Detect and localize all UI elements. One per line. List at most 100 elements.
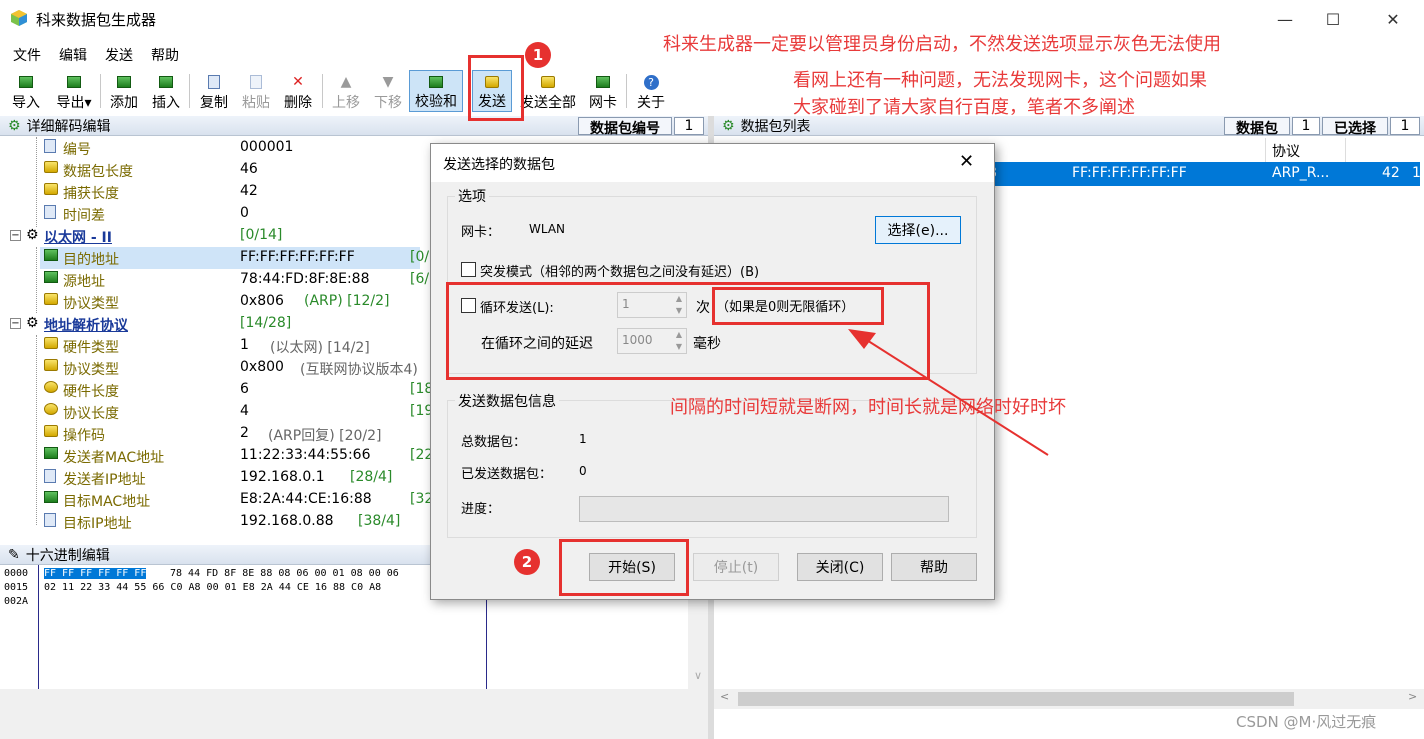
watermark: CSDN @M·风过无痕 (1236, 713, 1377, 731)
field-icon (44, 491, 58, 507)
toolbar-separator (100, 74, 101, 108)
selected-count-value: 1 (1390, 117, 1420, 135)
tree-row[interactable]: 硬件长度 6 [18 (0, 379, 433, 401)
window-title: 科来数据包生成器 (36, 11, 157, 29)
ip-icon (44, 513, 56, 531)
field-icon (44, 183, 58, 199)
tree-row[interactable]: 捕获长度 42 (0, 181, 420, 203)
nic-label: 网卡： (461, 225, 501, 240)
decode-panel-title: 详细解码编辑 (26, 118, 111, 135)
help-button[interactable]: 帮助 (891, 553, 977, 581)
field-icon (44, 425, 58, 441)
add-button[interactable]: 添加 (106, 70, 142, 112)
tree-row[interactable]: 协议长度 4 [19 (0, 401, 433, 423)
app-window: 科来数据包生成器 — ☐ ✕ 文件 编辑 发送 帮助 导入 导出▾ 添加 插入 … (0, 0, 1424, 739)
tree-row[interactable]: 发送者IP地址 192.168.0.1 [28/4] (0, 467, 420, 489)
total-packets-label: 总数据包： (461, 435, 527, 450)
tree-row[interactable]: 目标MAC地址 E8:2A:44:CE:16:88 [32 (0, 489, 433, 511)
arrow-up-icon: ▲ (340, 74, 352, 90)
paste-button[interactable]: 粘贴 (238, 70, 274, 112)
menu-help[interactable]: 帮助 (151, 45, 179, 65)
hex-selection[interactable]: FF FF FF FF FF FF (44, 568, 147, 579)
tree-row[interactable]: 数据包长度 46 (0, 159, 420, 181)
field-icon (44, 161, 58, 177)
packet-no-value[interactable]: 1 (674, 117, 704, 135)
menu-edit[interactable]: 编辑 (59, 45, 87, 65)
menu-file[interactable]: 文件 (13, 45, 41, 65)
hex-offset: 002A (4, 596, 29, 607)
burst-mode-checkbox[interactable] (461, 262, 476, 277)
move-up-button[interactable]: ▲ 上移 (328, 70, 364, 112)
tree-row[interactable]: 源地址 78:44:FD:8F:8E:88 [6/ (0, 269, 429, 291)
checksum-button[interactable]: 校验和 (409, 70, 463, 112)
gear-icon: ⚙ (722, 117, 735, 134)
field-icon (44, 337, 58, 353)
options-group-label: 选项 (455, 186, 489, 206)
send-all-button[interactable]: 发送全部 (516, 70, 580, 112)
tree-row[interactable]: 操作码 2 (ARP回复) [20/2] (0, 423, 420, 445)
tree-row[interactable]: 协议类型 0x806 (ARP) [12/2] (0, 291, 420, 313)
minimize-icon[interactable]: — (1262, 0, 1308, 38)
collapse-icon[interactable]: − (10, 318, 21, 329)
hex-offset: 0000 (4, 568, 29, 579)
progress-bar (579, 496, 949, 522)
delete-icon: ✕ (292, 74, 304, 90)
menu-send[interactable]: 发送 (105, 45, 133, 65)
send-info-label: 发送数据包信息 (455, 391, 559, 411)
toolbar-separator (626, 74, 627, 108)
gear-icon: ⚙ (8, 117, 21, 134)
toolbar-separator (322, 74, 323, 108)
maximize-icon[interactable]: ☐ (1310, 0, 1356, 38)
burst-mode-label: 突发模式（相邻的两个数据包之间没有延迟）(B) (480, 265, 760, 280)
app-icon (10, 9, 28, 27)
gear-icon: ⚙ (26, 315, 39, 331)
packet-list-hscrollbar[interactable]: < > (714, 689, 1424, 709)
tree-row[interactable]: − ⚙ 地址解析协议 [14/28] (0, 313, 420, 335)
field-icon (44, 271, 58, 287)
select-nic-button[interactable]: 选择(e)... (875, 216, 961, 244)
tree-row[interactable]: 发送者MAC地址 11:22:33:44:55:66 [22 (0, 445, 433, 467)
close-button[interactable]: 关闭(C) (797, 553, 883, 581)
column-header-protocol[interactable]: 协议 (1266, 138, 1346, 162)
insert-button[interactable]: 插入 (148, 70, 184, 112)
total-packets-value: 1 (579, 432, 587, 446)
tree-row[interactable]: 目标IP地址 192.168.0.88 [38/4] (0, 511, 420, 533)
column-header[interactable] (1066, 138, 1266, 162)
paste-icon (246, 72, 266, 92)
move-down-button[interactable]: ▼ 下移 (370, 70, 406, 112)
field-icon (44, 249, 58, 265)
add-icon (114, 72, 134, 92)
stop-button[interactable]: 停止(t) (693, 553, 779, 581)
collapse-icon[interactable]: − (10, 230, 21, 241)
step-badge-1: 1 (525, 42, 551, 68)
toolbar-separator (189, 74, 190, 108)
field-icon (44, 447, 58, 463)
hex-bytes[interactable]: 78 44 FD 8F 8E 88 08 06 00 01 08 00 06 (170, 568, 399, 579)
export-icon (64, 72, 84, 92)
document-icon (44, 139, 56, 157)
tree-row[interactable]: 时间差 0 (0, 203, 420, 225)
hex-bytes[interactable]: 02 11 22 33 44 55 66 C0 A8 00 01 E8 2A 4… (44, 582, 381, 593)
about-button[interactable]: ? 关于 (634, 70, 668, 112)
progress-label: 进度： (461, 502, 501, 517)
nic-button[interactable]: 网卡 (586, 70, 620, 112)
export-button[interactable]: 导出▾ (52, 70, 96, 112)
ip-icon (44, 469, 56, 487)
packet-count-label: 数据包 (1224, 117, 1290, 137)
annotation-nic-1: 看网上还有一种问题，无法发现网卡，这个问题如果 (793, 70, 1207, 91)
hex-offset: 0015 (4, 582, 29, 593)
status-area (0, 689, 708, 739)
tree-row[interactable]: 协议类型 0x800 (互联网协议版本4) (0, 357, 420, 379)
tree-row[interactable]: 硬件类型 1 (以太网) [14/2] (0, 335, 420, 357)
tree-row[interactable]: 编号 000001 (0, 137, 420, 159)
dialog-close-icon[interactable]: ✕ (959, 151, 974, 172)
insert-icon (156, 72, 176, 92)
tree-row-selected[interactable]: 目的地址 FF:FF:FF:FF:FF:FF [0/ (40, 247, 429, 269)
document-icon (44, 205, 56, 223)
copy-button[interactable]: 复制 (196, 70, 232, 112)
delete-button[interactable]: ✕ 删除 (280, 70, 316, 112)
tree-row[interactable]: − ⚙ 以太网 - II [0/14] (0, 225, 420, 247)
import-button[interactable]: 导入 (8, 70, 44, 112)
close-window-icon[interactable]: ✕ (1370, 0, 1416, 38)
highlight-hint-box (712, 287, 884, 325)
